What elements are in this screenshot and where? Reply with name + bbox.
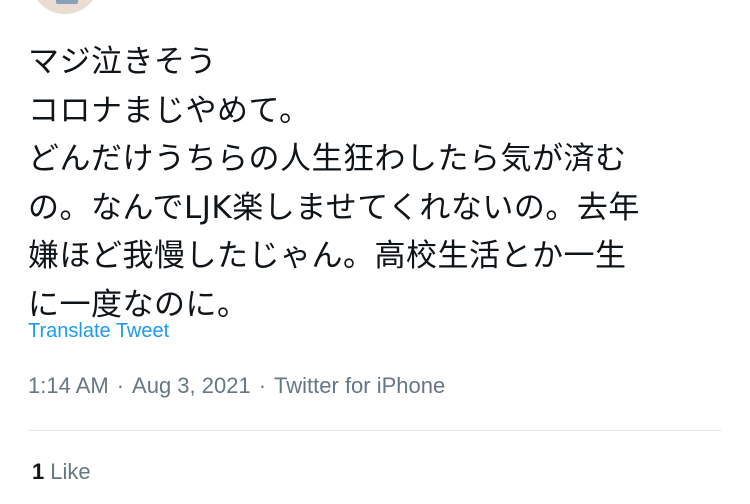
avatar[interactable] <box>30 0 100 14</box>
tweet-time[interactable]: 1:14 AM <box>28 373 109 399</box>
divider <box>28 430 722 431</box>
meta-separator: · <box>116 373 125 398</box>
tweet-date[interactable]: Aug 3, 2021 <box>132 373 251 399</box>
like-count: 1 <box>32 459 45 484</box>
like-label: Like <box>50 459 91 484</box>
meta-separator: · <box>258 373 267 398</box>
tweet-source-link[interactable]: Twitter for iPhone <box>274 373 445 399</box>
translate-tweet-link[interactable]: Translate Tweet <box>28 320 169 343</box>
tweet-metadata: 1:14 AM · Aug 3, 2021 · Twitter for iPho… <box>28 373 445 399</box>
avatar-image-detail <box>56 0 78 4</box>
likes-stat[interactable]: 1 Like <box>32 459 91 485</box>
tweet-text: マジ泣きそう コロナまじやめて。 どんだけうちらの人生狂わしたら気が済む の。な… <box>28 44 640 323</box>
